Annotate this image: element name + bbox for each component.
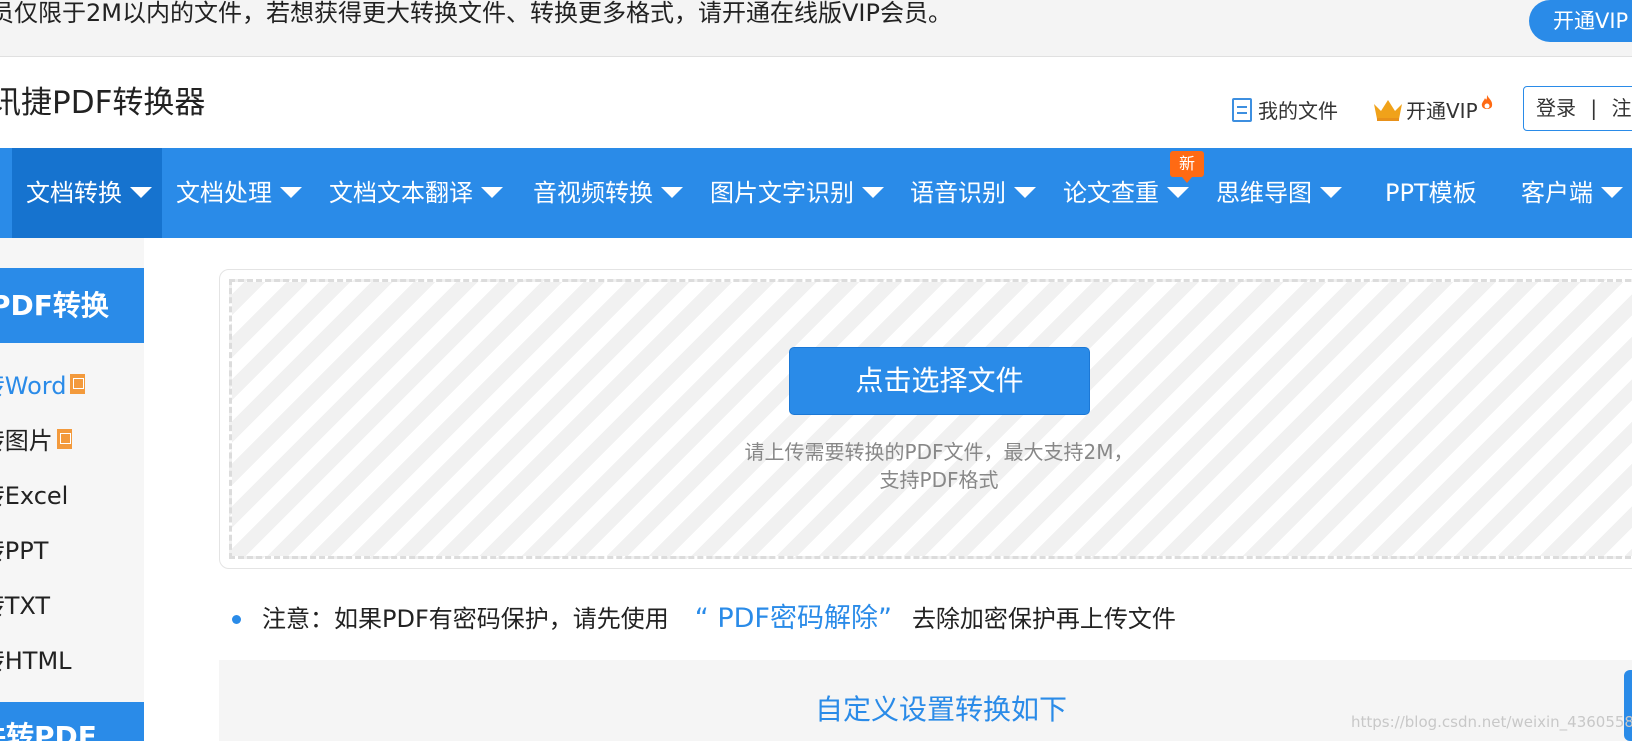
nav-item-av-convert[interactable]: 音视频转换 (533, 148, 683, 238)
upload-dropzone-inner (229, 279, 1632, 559)
login-register-box: 登录 | 注册 (1523, 86, 1632, 131)
brand-title: 讯捷PDF转换器 (0, 85, 206, 121)
document-icon (1232, 97, 1252, 122)
flame-icon (1481, 94, 1492, 109)
sidebar-item-label: PDF转Word (0, 372, 67, 400)
nav-item-doc-process[interactable]: 文档处理 (176, 148, 302, 238)
new-badge: 新 (1170, 151, 1204, 183)
sidebar-item-label: PDF转图片 (0, 427, 53, 455)
upload-hint-line1: 请上传需要转换的PDF文件，最大支持2M， (744, 440, 1134, 464)
open-vip-link[interactable]: 开通VIP (1372, 94, 1494, 124)
main-nav: 文档转换 文档处理 文档文本翻译 音视频转换 图片文字识别 语音识别 论文查重 … (0, 148, 1632, 238)
sidebar-item-label: PDF转Excel (0, 482, 69, 510)
sidebar-section2-label: 文件转PDF (0, 720, 97, 741)
upload-hint-line2: 支持PDF格式 (879, 468, 999, 492)
chevron-down-icon (1320, 186, 1342, 198)
sidebar-item-label: PDF转HTML (0, 647, 72, 675)
login-link[interactable]: 登录 (1536, 96, 1576, 120)
sidebar-item-pdf-to-excel[interactable]: PDF转Excel (0, 476, 68, 511)
chevron-down-icon (280, 186, 302, 198)
notice-text: 员仅限于2M以内的文件，若想获得更大转换文件、转换更多格式，请开通在线版VIP会… (0, 0, 952, 27)
register-link[interactable]: 注册 (1611, 96, 1632, 120)
nav-item-client[interactable]: 客户端 (1521, 148, 1623, 238)
sidebar: PDF转换 PDF转Word PDF转图片 PDF转Excel PDF转PPT … (0, 238, 144, 741)
sidebar-item-pdf-to-ppt[interactable]: PDF转PPT (0, 531, 48, 566)
nav-label: 文档处理 (176, 179, 272, 207)
sidebar-section-title: PDF转换 (0, 268, 144, 343)
my-files-label: 我的文件 (1258, 99, 1338, 123)
upload-hint: 请上传需要转换的PDF文件，最大支持2M， 支持PDF格式 (689, 438, 1189, 494)
nav-item-speech[interactable]: 语音识别 (910, 148, 1036, 238)
crown-icon (1374, 99, 1402, 121)
watermark: https://blog.csdn.net/weixin_43605586 (1351, 713, 1632, 731)
nav-label: 文档转换 (26, 179, 122, 207)
note-suffix: 去除加密保护再上传文件 (911, 605, 1176, 633)
nav-item-doc-convert[interactable]: 文档转换 (12, 148, 162, 238)
nav-label: 论文查重 (1063, 179, 1159, 207)
chevron-down-icon (862, 186, 884, 198)
chevron-down-icon (130, 186, 152, 198)
nav-item-image-ocr[interactable]: 图片文字识别 (710, 148, 884, 238)
sidebar-item-label: PDF转PPT (0, 537, 49, 565)
chevron-down-icon (481, 186, 503, 198)
nav-label: 客户端 (1521, 179, 1593, 207)
nav-item-ppt-template[interactable]: PPT模板 (1385, 148, 1477, 238)
chevron-down-icon (1167, 186, 1189, 198)
recommend-icon (70, 373, 86, 394)
my-files-link[interactable]: 我的文件 (1232, 95, 1338, 124)
nav-item-doc-translate[interactable]: 文档文本翻译 (329, 148, 503, 238)
chevron-down-icon (661, 186, 683, 198)
page: 员仅限于2M以内的文件，若想获得更大转换文件、转换更多格式，请开通在线版VIP会… (0, 0, 1632, 741)
chevron-down-icon (1014, 186, 1036, 198)
nav-label: 语音识别 (910, 179, 1006, 207)
login-divider: | (1590, 96, 1598, 120)
open-vip-top-button[interactable]: 开通VIP (1529, 0, 1632, 42)
recommend-icon (56, 428, 72, 449)
nav-label: 文档文本翻译 (329, 179, 473, 207)
notice-bar: 员仅限于2M以内的文件，若想获得更大转换文件、转换更多格式，请开通在线版VIP会… (0, 0, 1632, 57)
sidebar-section2-title: 文件转PDF (0, 702, 144, 741)
custom-settings-title: 自定义设置转换如下 (815, 693, 1068, 726)
sidebar-item-label: PDF转TXT (0, 592, 51, 620)
sidebar-item-pdf-to-word[interactable]: PDF转Word (0, 366, 86, 401)
sidebar-section-label: PDF转换 (0, 289, 109, 322)
pdf-password-remove-link[interactable]: “ PDF密码解除” (695, 603, 892, 634)
site-header: 讯捷PDF转换器 我的文件 开通VIP 登录 | 注册 (0, 57, 1632, 148)
password-note: 注意：如果PDF有密码保护，请先使用 “ PDF密码解除” 去除加密保护再上传文件 (262, 603, 1176, 635)
sidebar-item-pdf-to-html[interactable]: PDF转HTML (0, 641, 72, 676)
nav-item-mindmap[interactable]: 思维导图 (1216, 148, 1342, 238)
sidebar-item-pdf-to-txt[interactable]: PDF转TXT (0, 586, 50, 621)
sidebar-item-pdf-to-image[interactable]: PDF转图片 (0, 421, 72, 456)
nav-label: 图片文字识别 (710, 179, 854, 207)
note-prefix: 注意：如果PDF有密码保护，请先使用 (262, 605, 669, 633)
choose-file-button[interactable]: 点击选择文件 (789, 347, 1090, 415)
nav-label: PPT模板 (1385, 179, 1477, 207)
bullet-dot (232, 615, 241, 624)
open-vip-label: 开通VIP (1406, 99, 1478, 123)
chevron-down-icon (1601, 186, 1623, 198)
nav-label: 音视频转换 (533, 179, 653, 207)
upload-dropzone[interactable] (219, 269, 1632, 569)
nav-label: 思维导图 (1216, 179, 1312, 207)
